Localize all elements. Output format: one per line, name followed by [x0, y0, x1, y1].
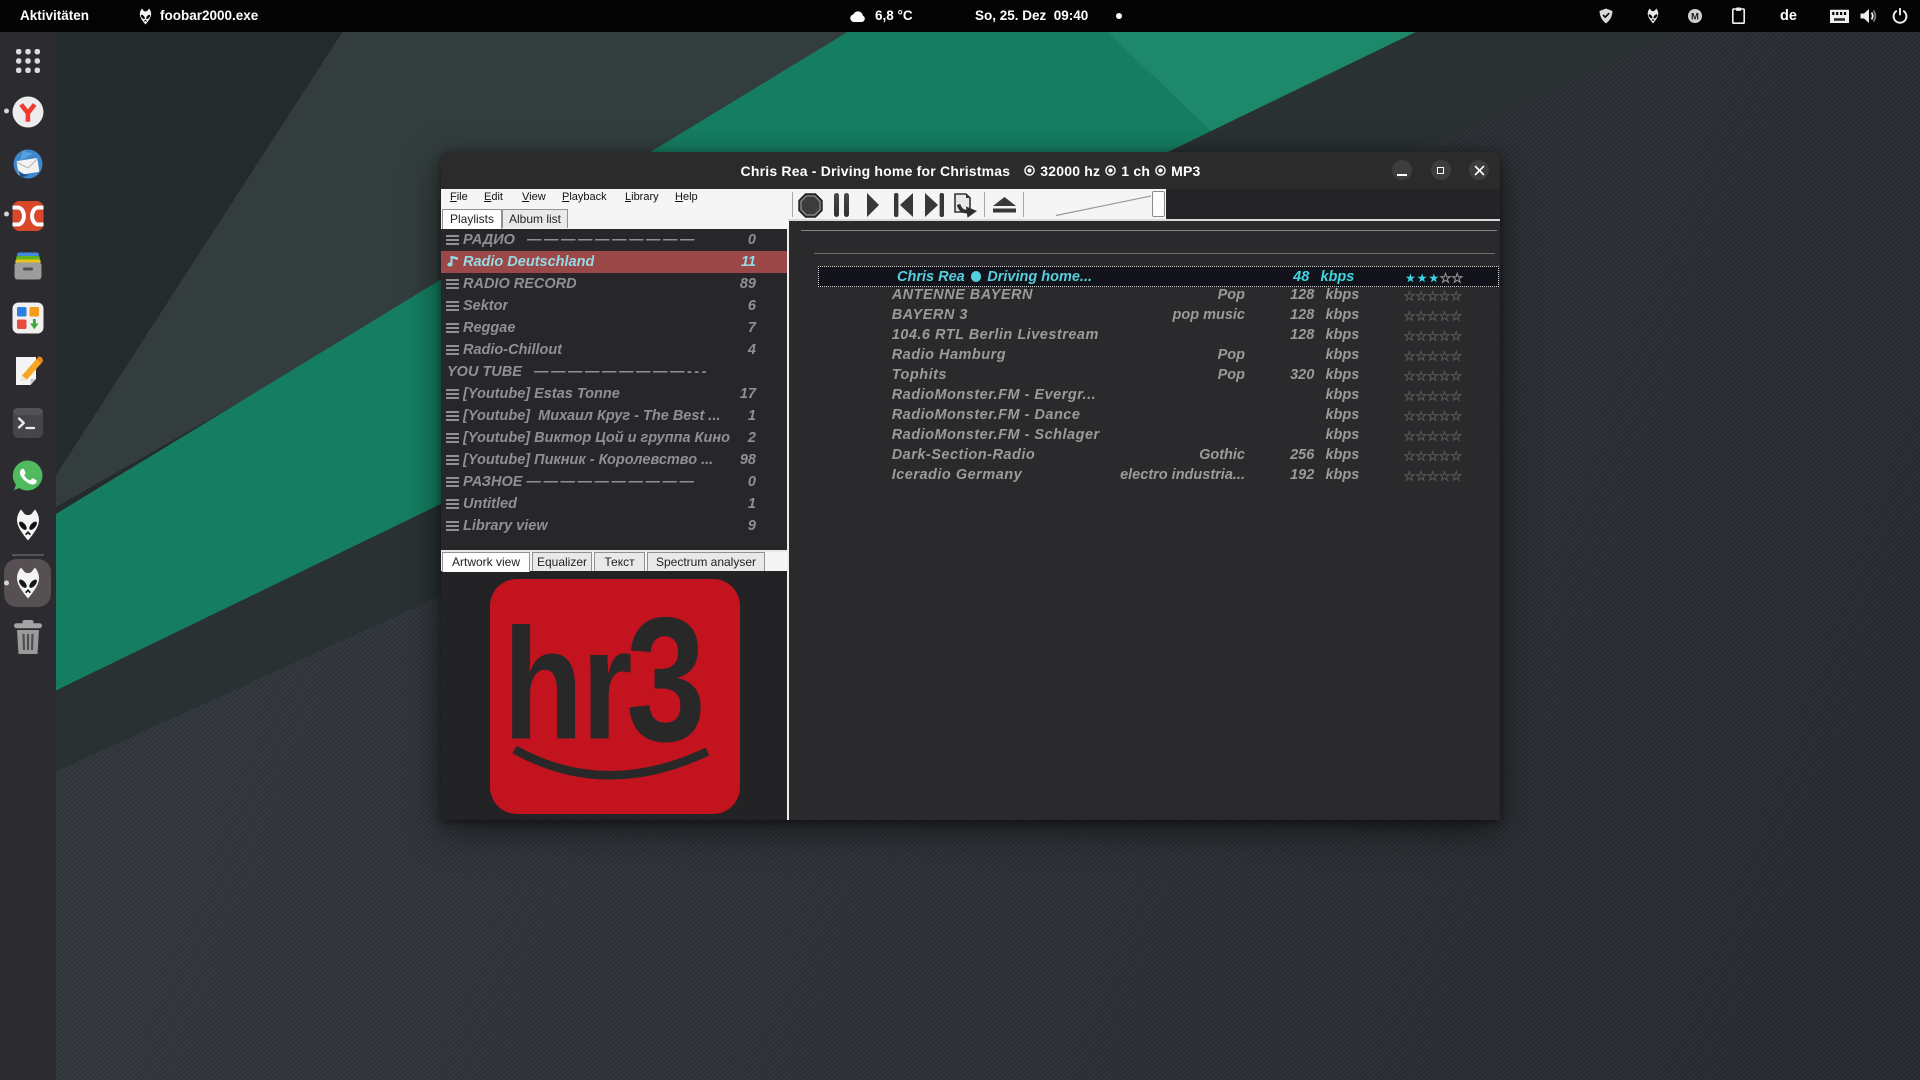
svg-text:3: 3 — [626, 581, 706, 779]
svg-text:hr: hr — [503, 595, 631, 771]
svg-text:M: M — [1691, 11, 1699, 22]
